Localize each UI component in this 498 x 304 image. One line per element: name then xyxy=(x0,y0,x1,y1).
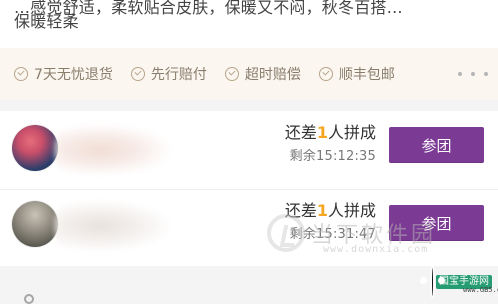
countdown: 剩余15:12:35 xyxy=(285,149,376,165)
panda-icon xyxy=(420,268,445,296)
status-suffix: 人拼成 xyxy=(327,123,376,142)
avatar[interactable] xyxy=(12,201,58,247)
remaining-count: 1 xyxy=(316,123,328,142)
guarantee-label: 先行赔付 xyxy=(150,67,207,83)
blurred-username xyxy=(54,201,169,251)
check-circle-icon xyxy=(14,67,28,81)
join-group-button[interactable]: 参团 xyxy=(389,127,484,163)
description-line-2: 保暖轻柔 xyxy=(14,12,79,31)
blurred-username xyxy=(54,125,169,175)
product-description: …感觉舒适，柔软贴合皮肤，保暖又不闷，秋冬百搭… 保暖轻柔 xyxy=(0,0,498,48)
avatar[interactable] xyxy=(12,125,58,171)
guarantee-item: 超时赔偿 xyxy=(224,64,301,84)
watermark: 当下软件园 www.downxia.com xyxy=(266,214,436,255)
remaining-people-text: 还差1人拼成 xyxy=(285,123,376,143)
more-dot xyxy=(458,72,462,76)
timer-value: 15:12:35 xyxy=(316,149,376,164)
circle-icon xyxy=(24,294,34,304)
watermark-logo-icon xyxy=(266,214,305,252)
check-circle-icon xyxy=(318,67,333,81)
group-buy-row: 还差1人拼成 剩余15:12:35 参团 xyxy=(0,111,498,190)
more-horizontal-icon[interactable] xyxy=(458,64,488,84)
service-guarantees: 7天无忧退货 先行赔付 超时赔偿 顺丰包邮 xyxy=(0,48,498,100)
site-badge: 国宝手游网 www.GB5.com xyxy=(420,266,498,298)
status-prefix: 还差 xyxy=(284,123,317,142)
watermark-url: www.downxia.com xyxy=(322,244,429,255)
more-dot xyxy=(484,72,488,76)
guarantee-item: 顺丰包邮 xyxy=(318,64,395,84)
more-dot xyxy=(471,72,475,76)
check-circle-icon xyxy=(130,67,145,81)
badge-subtext: www.GB5.com xyxy=(463,286,498,294)
group-status: 还差1人拼成 剩余15:12:35 xyxy=(285,123,376,165)
guarantee-item: 7天无忧退货 xyxy=(14,64,113,84)
timer-label: 剩余 xyxy=(289,149,316,164)
check-circle-icon xyxy=(224,67,239,81)
guarantee-label: 顺丰包邮 xyxy=(338,67,395,83)
guarantee-label: 7天无忧退货 xyxy=(34,67,113,83)
guarantee-item: 先行赔付 xyxy=(130,64,207,84)
guarantee-label: 超时赔偿 xyxy=(244,67,301,83)
